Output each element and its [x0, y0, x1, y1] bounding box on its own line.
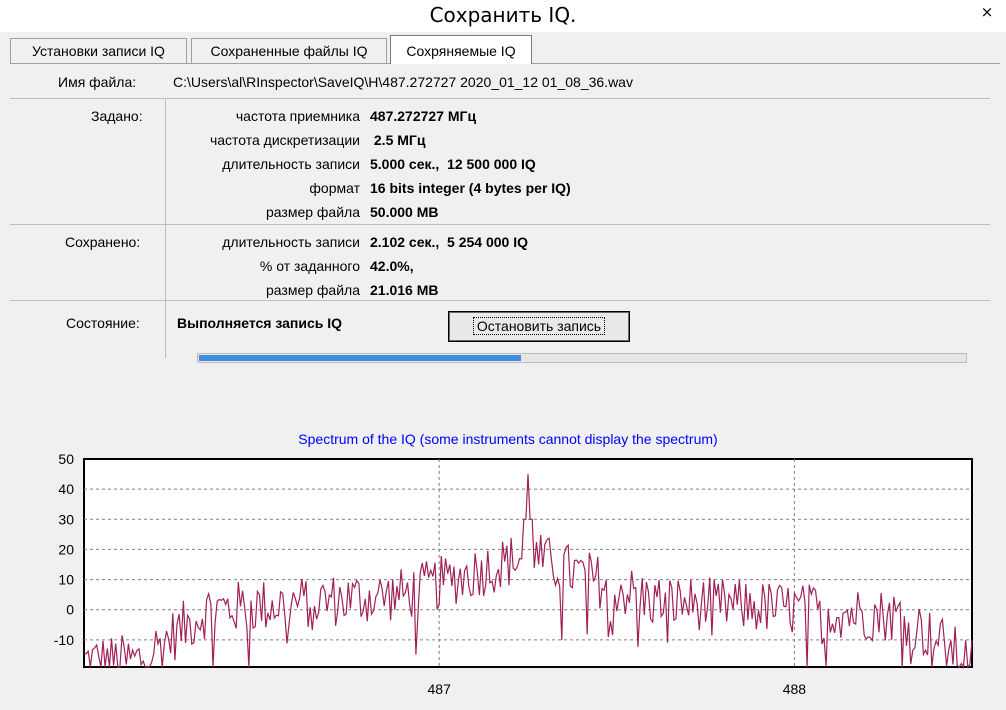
y-tick-label: -10 — [54, 632, 74, 648]
chart-title: Spectrum of the IQ (some instruments can… — [298, 431, 717, 447]
spectrum-chart: Spectrum of the IQ (some instruments can… — [54, 431, 973, 697]
tab-saving-iq[interactable]: Сохряняемые IQ — [390, 35, 532, 64]
y-tick-label: 50 — [58, 451, 74, 467]
y-axis-ticks: 50 40 30 20 10 0 -10 — [54, 451, 74, 648]
y-tick-label: 40 — [58, 481, 74, 497]
plot-area — [83, 458, 973, 668]
y-tick-label: 10 — [58, 572, 74, 588]
y-tick-label: 0 — [66, 602, 74, 618]
y-tick-label: 30 — [58, 511, 74, 527]
x-tick-label: 487 — [428, 681, 452, 697]
x-tick-label: 488 — [783, 681, 807, 697]
y-tick-label: 20 — [58, 541, 74, 557]
x-axis-ticks: 487 488 — [428, 681, 807, 697]
